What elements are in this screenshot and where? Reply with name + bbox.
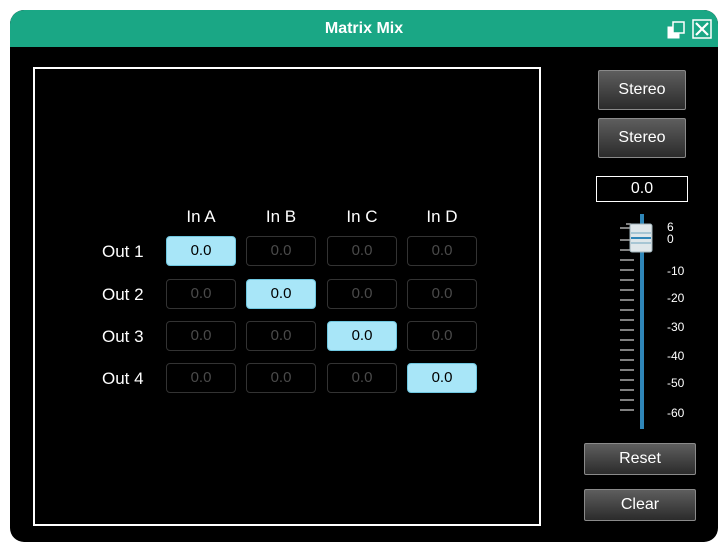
matrix-cell[interactable]: 0.0: [327, 279, 397, 309]
column-label-in-b: In B: [265, 207, 297, 226]
matrix-cell[interactable]: 0.0: [407, 321, 477, 351]
scale-label: -30: [667, 320, 685, 334]
scale-label: -40: [667, 349, 685, 363]
matrix-cell[interactable]: 0.0: [166, 236, 236, 266]
row-label-out-1: Out 1: [102, 242, 144, 261]
matrix-cell[interactable]: 0.0: [246, 279, 316, 309]
matrix-cell[interactable]: 0.0: [246, 321, 316, 351]
matrix-cell[interactable]: 0.0: [327, 236, 397, 266]
matrix-cell[interactable]: 0.0: [246, 363, 316, 393]
row-label-out-2: Out 2: [102, 285, 144, 304]
matrix-cell[interactable]: 0.0: [166, 279, 236, 309]
reset-button[interactable]: Reset: [584, 443, 696, 475]
scale-label: 0: [667, 232, 674, 246]
scale-label: -20: [667, 291, 685, 305]
matrix-cell[interactable]: 0.0: [407, 363, 477, 393]
scale-label: -60: [667, 406, 685, 420]
title-bar[interactable]: Matrix Mix: [10, 10, 718, 47]
matrix-cell[interactable]: 0.0: [166, 321, 236, 351]
gain-value-display[interactable]: 0.0: [596, 176, 688, 202]
matrix-cell[interactable]: 0.0: [246, 236, 316, 266]
row-label-out-4: Out 4: [102, 369, 144, 388]
stereo-button-1[interactable]: Stereo: [598, 70, 686, 110]
window-title: Matrix Mix: [324, 20, 404, 37]
clear-button[interactable]: Clear: [584, 489, 696, 521]
matrix-cell[interactable]: 0.0: [166, 363, 236, 393]
restore-icon[interactable]: [667, 21, 685, 39]
scale-label: -50: [667, 376, 685, 390]
close-icon[interactable]: [692, 19, 712, 39]
column-label-in-d: In D: [426, 207, 458, 226]
column-label-in-c: In C: [346, 207, 378, 226]
matrix-mix-window: Matrix Mix In A In B In C In D Out 1 Out…: [10, 10, 718, 542]
stereo-button-2[interactable]: Stereo: [598, 118, 686, 158]
column-label-in-a: In A: [186, 207, 216, 226]
matrix-cell[interactable]: 0.0: [407, 236, 477, 266]
row-label-out-3: Out 3: [102, 327, 144, 346]
matrix-cell[interactable]: 0.0: [407, 279, 477, 309]
matrix-cell[interactable]: 0.0: [327, 363, 397, 393]
scale-label: -10: [667, 264, 685, 278]
matrix-cell[interactable]: 0.0: [327, 321, 397, 351]
